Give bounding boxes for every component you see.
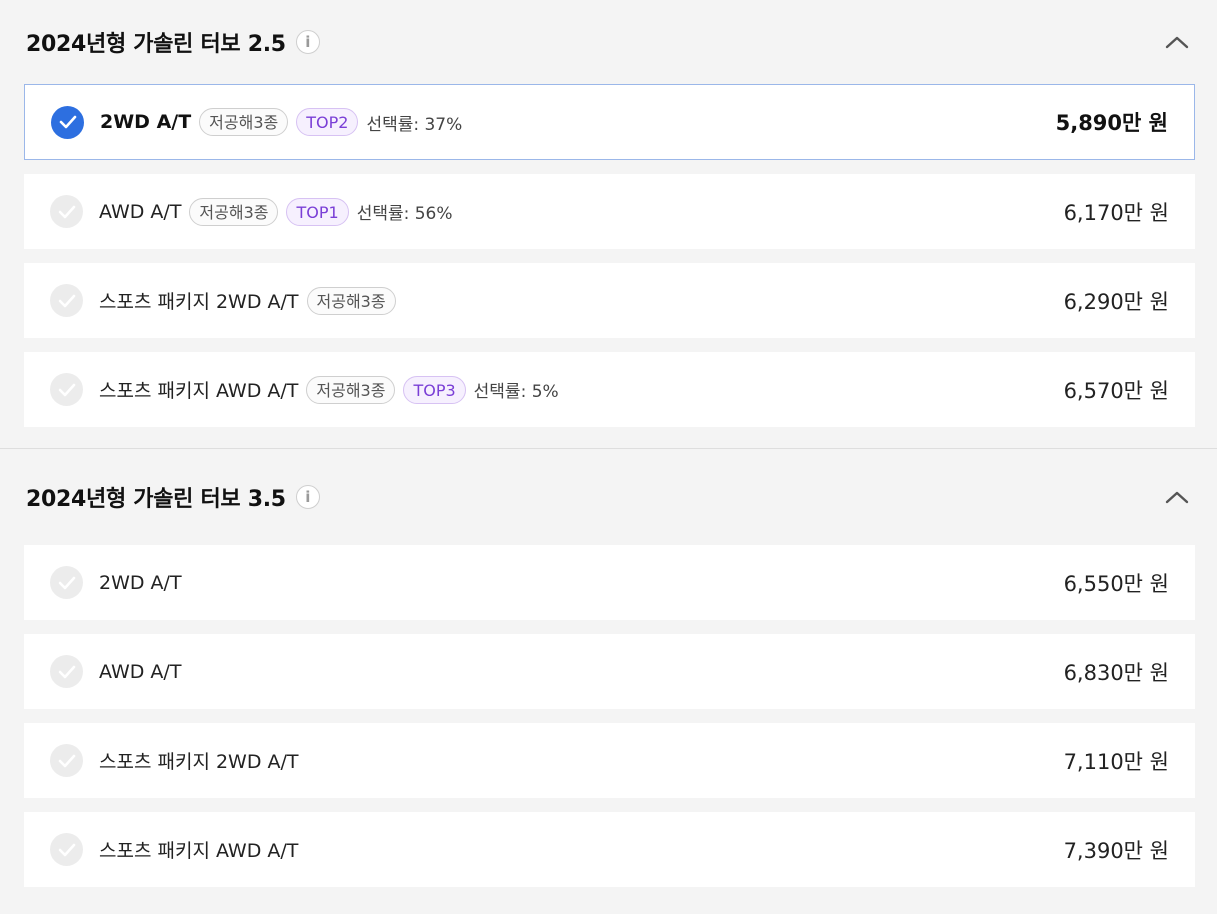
emission-badge: 저공해3종 [306, 375, 396, 404]
trim-name: AWD A/T [99, 660, 182, 683]
trim-name: 스포츠 패키지 AWD A/T [99, 840, 299, 862]
section-title: 2024년형 가솔린 터보 2.5 [26, 32, 286, 57]
trim-price: 7,110만 원 [1063, 749, 1169, 774]
section-turbo-3-5: 2024년형 가솔린 터보 3.5 i 2WD A/T 6,550만 원 AWD… [0, 449, 1217, 887]
check-icon[interactable] [50, 833, 83, 866]
trim-price: 6,550만 원 [1063, 571, 1169, 596]
emission-badge: 저공해3종 [199, 108, 289, 136]
check-icon[interactable] [50, 195, 83, 228]
top-rank-badge: TOP3 [403, 375, 466, 404]
check-icon[interactable] [50, 284, 83, 317]
check-icon[interactable] [50, 566, 83, 599]
section-header[interactable]: 2024년형 가솔린 터보 3.5 i [0, 449, 1217, 545]
trim-price: 6,290만 원 [1063, 289, 1169, 314]
check-icon[interactable] [50, 744, 83, 777]
trim-list: 2WD A/T 6,550만 원 AWD A/T 6,830만 원 스포츠 패키… [0, 545, 1217, 887]
section-turbo-2-5: 2024년형 가솔린 터보 2.5 i 2WD A/T 저공해3종 TOP2 선… [0, 0, 1217, 449]
trim-name: 스포츠 패키지 AWD A/T [99, 380, 299, 402]
trim-price: 5,890만 원 [1055, 111, 1168, 135]
trim-row[interactable]: AWD A/T 6,830만 원 [24, 634, 1195, 709]
top-rank-badge: TOP1 [286, 197, 349, 226]
trim-row[interactable]: 2WD A/T 저공해3종 TOP2 선택률: 37% 5,890만 원 [24, 84, 1195, 160]
trim-name: 스포츠 패키지 2WD A/T [99, 751, 299, 773]
trim-row[interactable]: 스포츠 패키지 AWD A/T 저공해3종 TOP3 선택률: 5% 6,570… [24, 352, 1195, 427]
trim-name: 2WD A/T [99, 571, 182, 594]
emission-badge: 저공해3종 [189, 197, 279, 226]
trim-list: 2WD A/T 저공해3종 TOP2 선택률: 37% 5,890만 원 AWD… [0, 84, 1217, 427]
trim-price: 6,830만 원 [1063, 660, 1169, 685]
top-rank-badge: TOP2 [296, 108, 359, 136]
chevron-up-icon[interactable] [1165, 487, 1189, 507]
trim-row[interactable]: 스포츠 패키지 2WD A/T 저공해3종 6,290만 원 [24, 263, 1195, 338]
info-icon[interactable]: i [295, 30, 320, 54]
trim-row[interactable]: 스포츠 패키지 AWD A/T 7,390만 원 [24, 812, 1195, 887]
emission-badge: 저공해3종 [306, 286, 396, 315]
selection-rate: 선택률: 5% [473, 382, 559, 402]
check-icon[interactable] [50, 655, 83, 688]
selection-rate: 선택률: 56% [356, 204, 453, 224]
section-title: 2024년형 가솔린 터보 3.5 [26, 487, 286, 512]
check-icon[interactable] [50, 373, 83, 406]
trim-row[interactable]: AWD A/T 저공해3종 TOP1 선택률: 56% 6,170만 원 [24, 174, 1195, 249]
trim-price: 6,570만 원 [1063, 378, 1169, 403]
check-icon[interactable] [51, 105, 84, 139]
trim-row[interactable]: 스포츠 패키지 2WD A/T 7,110만 원 [24, 723, 1195, 798]
chevron-up-icon[interactable] [1165, 32, 1189, 52]
trim-price: 6,170만 원 [1063, 200, 1169, 225]
trim-row[interactable]: 2WD A/T 6,550만 원 [24, 545, 1195, 620]
section-header[interactable]: 2024년형 가솔린 터보 2.5 i [0, 0, 1217, 84]
trim-name: 2WD A/T [100, 111, 192, 133]
selection-rate: 선택률: 37% [366, 114, 463, 135]
trim-name: 스포츠 패키지 2WD A/T [99, 291, 299, 313]
info-icon[interactable]: i [295, 485, 320, 509]
trim-price: 7,390만 원 [1063, 838, 1169, 863]
trim-name: AWD A/T [99, 200, 182, 223]
trim-selector: 2024년형 가솔린 터보 2.5 i 2WD A/T 저공해3종 TOP2 선… [0, 0, 1217, 887]
